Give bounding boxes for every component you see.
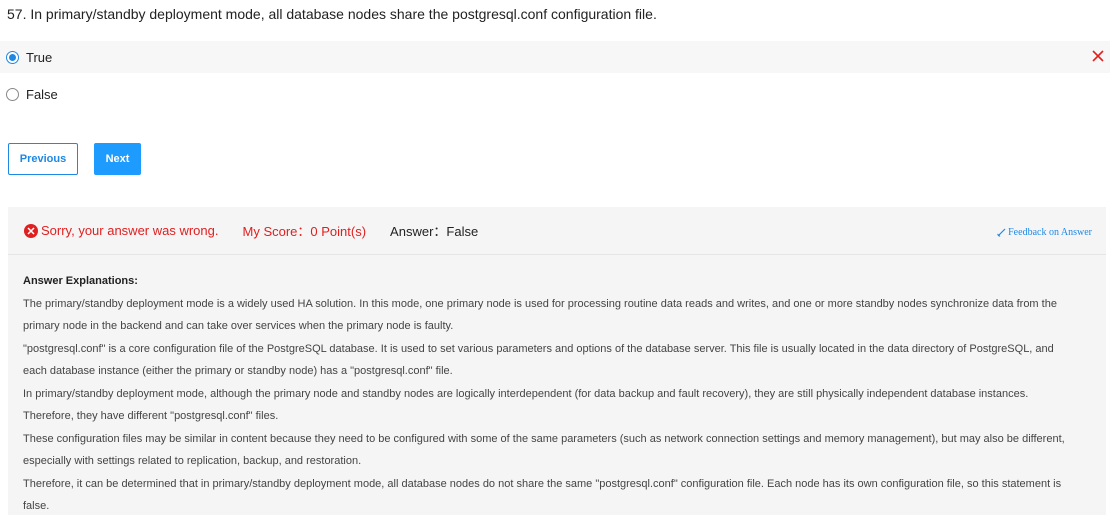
my-score: My Score：0 Point(s) xyxy=(242,224,367,239)
feedback-link[interactable]: Feedback on Answer xyxy=(997,227,1092,238)
result-panel: Sorry, your answer was wrong. My Score：0… xyxy=(8,207,1106,515)
wrong-answer-message: Sorry, your answer was wrong. xyxy=(41,223,219,238)
explanation-line: "postgresql.conf" is a core configuratio… xyxy=(23,342,1054,355)
pencil-icon xyxy=(997,228,1006,237)
option-label-false: False xyxy=(26,86,58,102)
correct-answer: Answer：False xyxy=(390,224,479,239)
previous-button[interactable]: Previous xyxy=(8,143,78,175)
question-text: 57. In primary/standby deployment mode, … xyxy=(7,6,657,22)
explanation-line: Therefore, they have different "postgres… xyxy=(23,410,279,422)
explanation-line: especially with settings related to repl… xyxy=(23,455,362,467)
option-true[interactable]: True xyxy=(0,41,1110,73)
explanation-line: The primary/standby deployment mode is a… xyxy=(23,297,1057,310)
explanation-line: In primary/standby deployment mode, alth… xyxy=(23,387,1029,400)
explanation-line: each database instance (either the prima… xyxy=(23,365,453,377)
error-circle-icon xyxy=(24,223,38,238)
explanation-line: Therefore, it can be determined that in … xyxy=(23,477,1062,490)
explanation-title: Answer Explanations: xyxy=(23,275,138,287)
explanation-line: false. xyxy=(23,500,50,512)
explanation-line: primary node in the backend and can take… xyxy=(23,320,454,332)
radio-false[interactable] xyxy=(6,87,19,101)
radio-true[interactable] xyxy=(6,50,19,64)
explanation-line: These configuration files may be similar… xyxy=(23,432,1065,445)
answer-explanations: Answer Explanations: The primary/standby… xyxy=(23,270,1093,518)
option-false[interactable]: False xyxy=(0,78,1110,110)
wrong-x-icon xyxy=(1092,50,1104,62)
next-button[interactable]: Next xyxy=(94,143,141,175)
feedback-label: Feedback on Answer xyxy=(1008,227,1092,238)
option-label-true: True xyxy=(26,49,53,65)
result-header: Sorry, your answer was wrong. My Score：0… xyxy=(8,207,1106,255)
